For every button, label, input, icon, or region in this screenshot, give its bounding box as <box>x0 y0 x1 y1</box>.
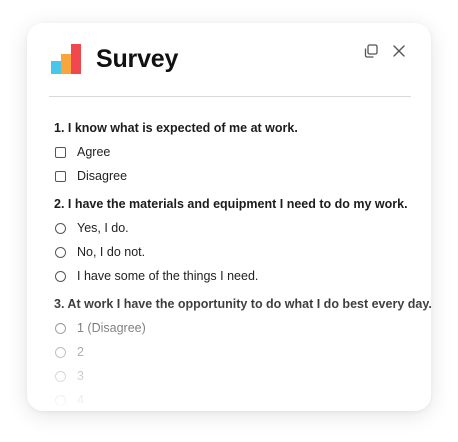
option-4[interactable]: 4 <box>54 388 414 411</box>
restore-window-icon <box>364 44 378 58</box>
radio-button[interactable] <box>55 394 66 406</box>
question-2: 2. I have the materials and equipment I … <box>54 196 414 288</box>
checkbox[interactable] <box>55 146 66 158</box>
radio-button[interactable] <box>55 346 66 358</box>
checkbox[interactable] <box>55 170 66 182</box>
option-label: Yes, I do. <box>77 221 129 235</box>
option-label: 3 <box>77 369 84 383</box>
question-1: 1. I know what is expected of me at work… <box>54 120 414 188</box>
question-3: 3. At work I have the opportunity to do … <box>54 296 431 411</box>
option-label: No, I do not. <box>77 245 146 259</box>
question-text: 1. I know what is expected of me at work… <box>54 121 298 135</box>
option-3[interactable]: 3 <box>54 364 414 388</box>
option-label: 1 (Disagree) <box>77 321 146 335</box>
window-header: Survey <box>27 23 431 97</box>
option-label: 2 <box>77 345 84 359</box>
radio-button[interactable] <box>55 222 66 234</box>
option-label: Agree <box>77 145 111 159</box>
option-some[interactable]: I have some of the things I need. <box>54 264 414 288</box>
option-no[interactable]: No, I do not. <box>54 240 414 264</box>
radio-button[interactable] <box>55 270 66 282</box>
option-agree[interactable]: Agree <box>54 140 414 164</box>
survey-questions: 1. I know what is expected of me at work… <box>54 120 431 411</box>
option-label: I have some of the things I need. <box>77 269 259 283</box>
option-2[interactable]: 2 <box>54 340 414 364</box>
option-label: Disagree <box>77 169 128 183</box>
close-button[interactable] <box>389 41 409 61</box>
radio-button[interactable] <box>55 322 66 334</box>
radio-button[interactable] <box>55 370 66 382</box>
option-1[interactable]: 1 (Disagree) <box>54 316 414 340</box>
survey-window: Survey 1. I know what is expected of me … <box>27 23 431 411</box>
question-text: 3. At work I have the opportunity to do … <box>54 297 431 311</box>
bar-chart-logo-icon <box>51 44 81 74</box>
question-text: 2. I have the materials and equipment I … <box>54 197 408 211</box>
header-divider <box>49 96 411 97</box>
close-icon <box>393 45 405 57</box>
option-disagree[interactable]: Disagree <box>54 164 414 188</box>
restore-window-button[interactable] <box>361 41 381 61</box>
option-yes[interactable]: Yes, I do. <box>54 216 414 240</box>
radio-button[interactable] <box>55 246 66 258</box>
option-label: 4 <box>77 393 84 407</box>
window-title: Survey <box>96 45 179 73</box>
